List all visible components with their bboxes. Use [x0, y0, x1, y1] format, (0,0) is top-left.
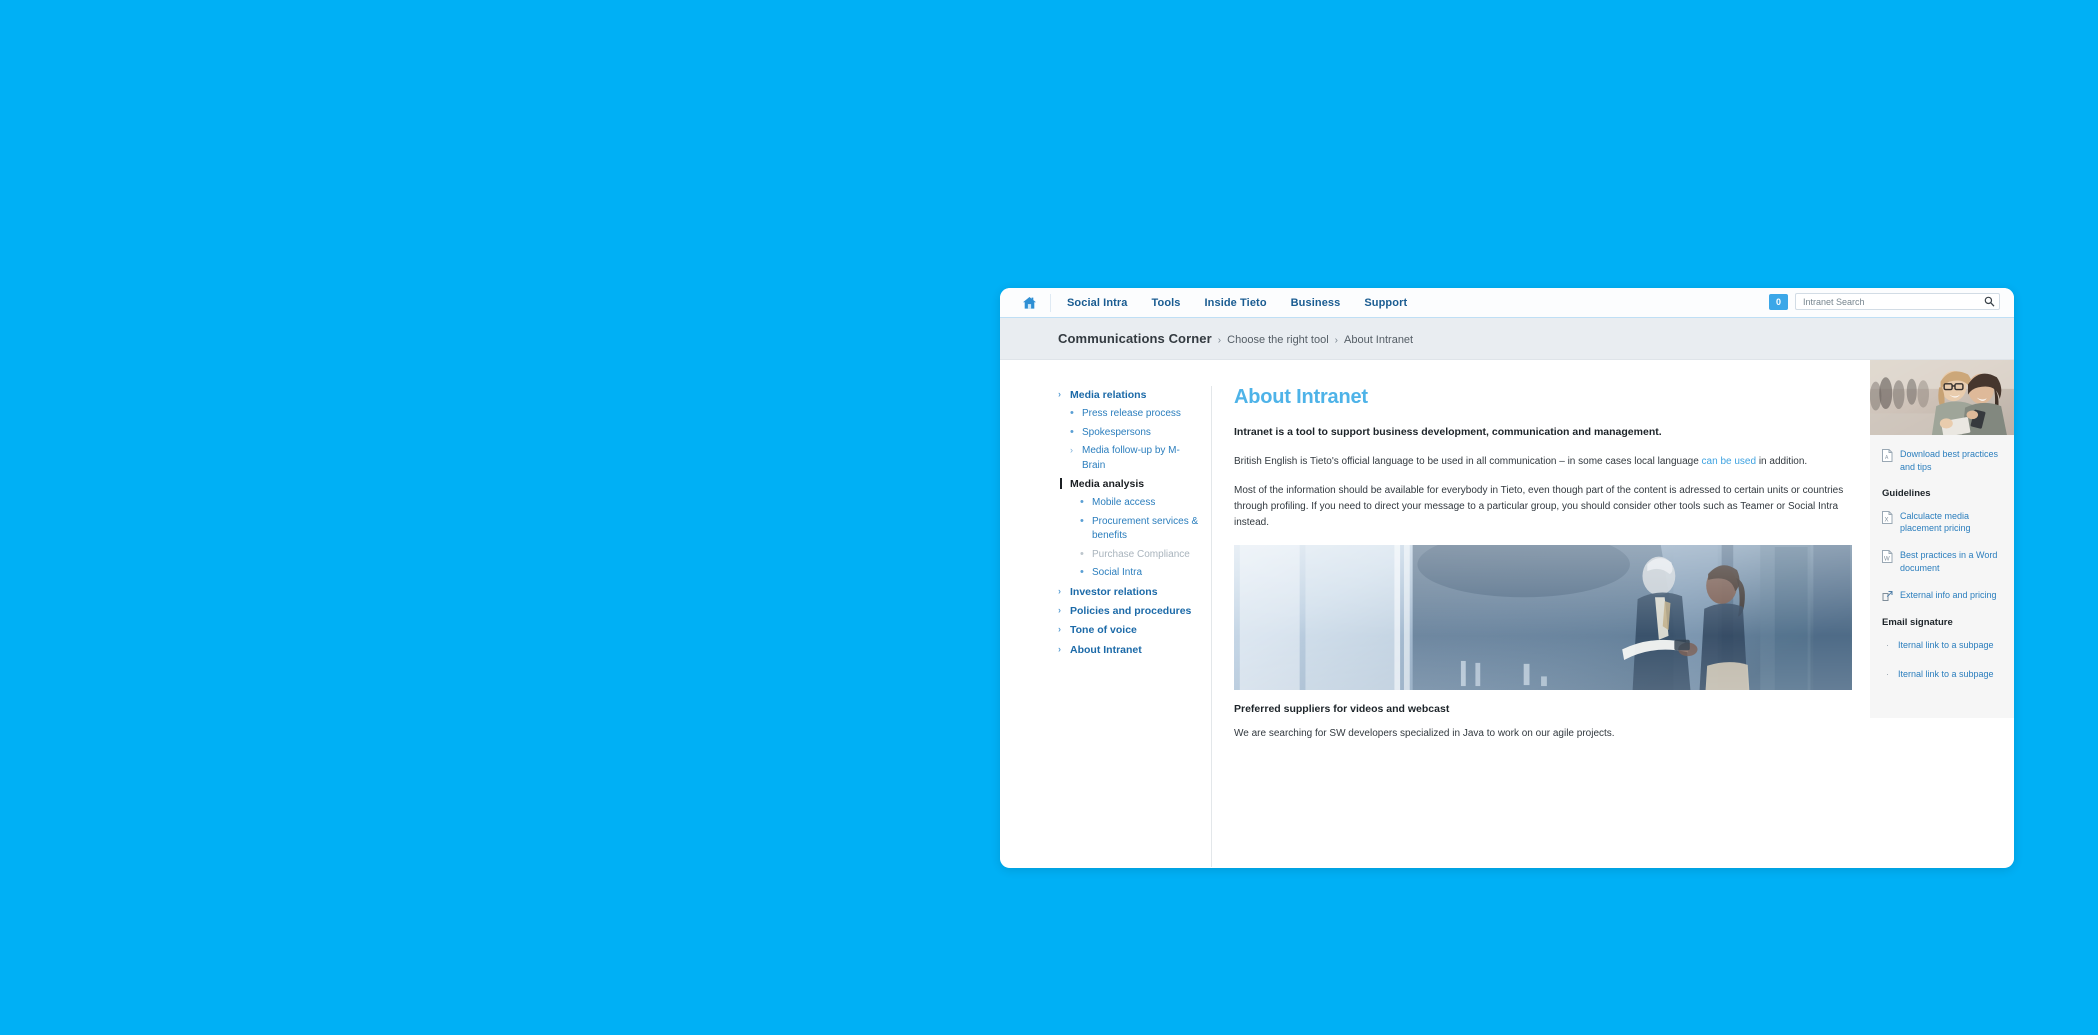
breadcrumb-bar: Communications Corner › Choose the right… — [1000, 318, 2014, 360]
sidebar-item-press-release-process[interactable]: • Press release process — [1058, 405, 1199, 424]
page-body: › Media relations • Press release proces… — [1000, 360, 2014, 867]
sidebar-item-label: Media analysis — [1070, 478, 1145, 491]
browser-window: Social Intra Tools Inside Tieto Business… — [1000, 288, 2014, 868]
can-be-used-link[interactable]: can be used — [1702, 456, 1757, 467]
notification-count-badge[interactable]: 0 — [1769, 293, 1788, 310]
breadcrumb: Communications Corner › Choose the right… — [1058, 331, 1413, 346]
search-area: 0 — [1769, 293, 2000, 310]
paragraph-text-before-link: British English is Tieto's official lang… — [1234, 455, 1702, 467]
search-box[interactable] — [1795, 293, 2000, 310]
rail-link-calculate-media-placement-pricing[interactable]: X Calculacte media placement pricing — [1882, 510, 2002, 536]
sidebar-item-label: Media follow-up by M-Brain — [1082, 445, 1180, 471]
breadcrumb-separator-2: › — [1334, 335, 1338, 346]
chevron-right-icon: › — [1058, 624, 1061, 635]
rail-link-label: External info and pricing — [1900, 589, 1997, 600]
bullet-icon: • — [1080, 547, 1084, 560]
guidelines-heading: Guidelines — [1882, 487, 1931, 499]
pdf-document-icon: A — [1882, 449, 1893, 462]
rail-link-best-practices-word-document[interactable]: W Best practices in a Word document — [1882, 549, 2002, 575]
sidebar-item-label: Purchase Compliance — [1092, 548, 1190, 560]
breadcrumb-separator-1: › — [1217, 335, 1222, 346]
intro-paragraph: British English is Tieto's official lang… — [1234, 454, 1852, 470]
sidebar-item-mobile-access[interactable]: • Mobile access — [1058, 494, 1199, 513]
sidebar-item-label: Social Intra — [1092, 567, 1143, 579]
left-sidebar-navigation: › Media relations • Press release proces… — [1000, 386, 1212, 867]
right-sidebar-content: A Download best practices and tips Guide… — [1870, 435, 2014, 682]
sidebar-item-about-intranet[interactable]: › About Intranet — [1058, 641, 1199, 660]
sidebar-item-purchase-compliance[interactable]: • Purchase Compliance — [1058, 546, 1199, 565]
search-icon[interactable] — [1983, 296, 1995, 308]
bullet-icon: · — [1886, 639, 1889, 650]
breadcrumb-item-choose-the-right-tool[interactable]: Choose the right tool — [1227, 334, 1329, 346]
sidebar-item-social-intra[interactable]: • Social Intra — [1058, 564, 1199, 583]
sidebar-item-label: Media relations — [1070, 389, 1147, 401]
main-content: About Intranet Intranet is a tool to sup… — [1212, 386, 1870, 867]
sidebar-item-media-follow-up-by-m-brain[interactable]: › Media follow-up by M-Brain — [1058, 442, 1199, 475]
nav-item-social-intra[interactable]: Social Intra — [1067, 297, 1128, 309]
sidebar-item-investor-relations[interactable]: › Investor relations — [1058, 583, 1199, 602]
rail-link-label: Download best practices and tips — [1900, 449, 1999, 472]
bullet-icon: · — [1886, 669, 1889, 680]
sidebar-item-label: Tone of voice — [1070, 624, 1137, 637]
chevron-right-icon: › — [1058, 585, 1061, 596]
sidebar-item-policies-and-procedures[interactable]: › Policies and procedures — [1058, 602, 1199, 621]
rail-signature-link-2[interactable]: · Iternal link to a subpage — [1882, 668, 2002, 682]
lead-paragraph: Intranet is a tool to support business d… — [1234, 426, 1662, 438]
rail-link-download-best-practices[interactable]: A Download best practices and tips — [1882, 448, 2002, 474]
rail-link-label: Calculacte media placement pricing — [1900, 510, 1971, 534]
section-paragraph: We are searching for SW developers speci… — [1234, 727, 1615, 739]
sidebar-item-label: Spokespersons — [1082, 426, 1151, 438]
excel-document-icon: X — [1882, 510, 1893, 524]
svg-text:X: X — [1885, 517, 1889, 523]
rail-link-external-info-and-pricing[interactable]: External info and pricing — [1882, 589, 2002, 603]
section-heading: Preferred suppliers for videos and webca… — [1234, 702, 1450, 715]
sidebar-item-spokespersons[interactable]: • Spokespersons — [1058, 424, 1199, 443]
bullet-icon: • — [1080, 496, 1084, 509]
nav-item-tools[interactable]: Tools — [1152, 297, 1181, 309]
sidebar-item-label: Mobile access — [1092, 497, 1156, 509]
home-icon[interactable] — [1018, 292, 1040, 314]
sidebar-item-label: Investor relations — [1070, 585, 1158, 598]
top-navigation-bar: Social Intra Tools Inside Tieto Business… — [1000, 288, 2014, 318]
sidebar-item-media-analysis[interactable]: Media analysis — [1058, 475, 1199, 494]
rail-link-label: Iternal link to a subpage — [1898, 669, 1994, 680]
hero-image — [1234, 544, 1852, 690]
sidebar-item-label: Procurement services & benefits — [1092, 515, 1199, 542]
page-title: About Intranet — [1234, 386, 1368, 408]
sidebar-item-label: About Intranet — [1070, 643, 1142, 656]
breadcrumb-root[interactable]: Communications Corner — [1058, 331, 1212, 346]
nav-item-inside-tieto[interactable]: Inside Tieto — [1205, 297, 1267, 309]
right-sidebar: A Download best practices and tips Guide… — [1870, 360, 2014, 718]
rail-link-label: Iternal link to a subpage — [1898, 639, 1994, 650]
nav-item-support[interactable]: Support — [1364, 297, 1407, 309]
sidebar-item-media-relations[interactable]: › Media relations — [1058, 386, 1199, 405]
sidebar-item-label: Press release process — [1082, 408, 1181, 420]
chevron-right-icon: › — [1058, 605, 1061, 616]
body-paragraph: Most of the information should be availa… — [1234, 484, 1844, 529]
external-link-icon — [1882, 590, 1893, 603]
nav-divider — [1050, 293, 1051, 312]
search-input[interactable] — [1803, 296, 1983, 307]
chevron-right-icon: › — [1070, 445, 1073, 456]
word-document-icon: W — [1882, 550, 1893, 564]
svg-text:W: W — [1884, 557, 1890, 563]
rail-signature-link-1[interactable]: · Iternal link to a subpage — [1882, 639, 2002, 653]
nav-item-business[interactable]: Business — [1291, 297, 1341, 309]
sidebar-item-tone-of-voice[interactable]: › Tone of voice — [1058, 621, 1199, 640]
paragraph-text-after-link: in addition. — [1756, 455, 1808, 467]
sidebar-item-label: Policies and procedures — [1070, 605, 1192, 618]
top-nav-items: Social Intra Tools Inside Tieto Business… — [1059, 297, 1407, 309]
breadcrumb-item-about-intranet: About Intranet — [1344, 334, 1414, 346]
active-indicator-bar — [1060, 478, 1062, 490]
bullet-icon: • — [1070, 407, 1074, 420]
chevron-right-icon: › — [1058, 389, 1061, 399]
email-signature-heading: Email signature — [1882, 616, 1953, 628]
sidebar-photo — [1870, 360, 2014, 435]
bullet-icon: • — [1070, 425, 1074, 438]
bullet-icon: • — [1080, 566, 1084, 579]
sidebar-item-procurement-services-benefits[interactable]: • Procurement services & benefits — [1058, 513, 1199, 546]
rail-link-label: Best practices in a Word document — [1900, 550, 1998, 573]
bullet-icon: • — [1080, 514, 1084, 527]
chevron-right-icon: › — [1058, 643, 1061, 654]
